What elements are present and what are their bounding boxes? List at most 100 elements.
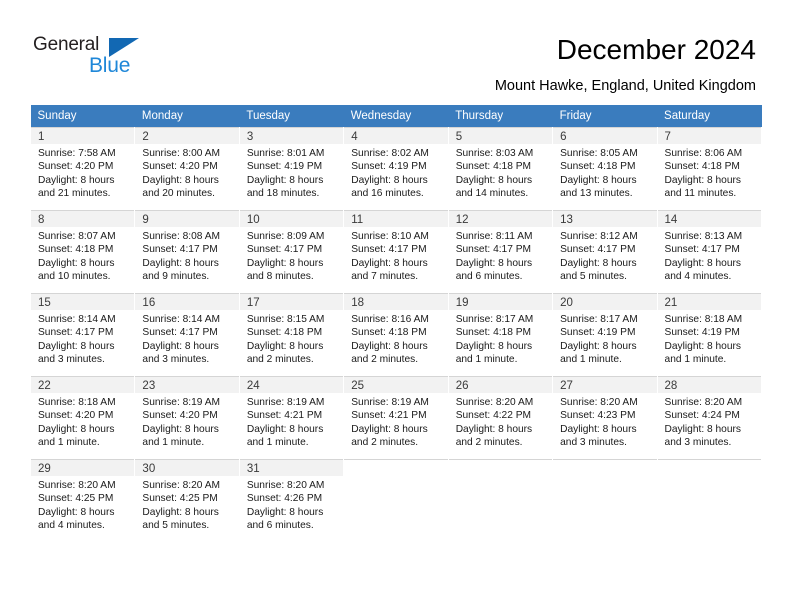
- sunrise-time: Sunrise: 8:20 AM: [560, 397, 638, 408]
- sunset-time: Sunset: 4:17 PM: [351, 244, 427, 256]
- daylight-duration-line1: Daylight: 8 hours: [351, 257, 428, 269]
- calendar-day-cell[interactable]: 3 Sunrise: 8:01 AM Sunset: 4:19 PM Daylight…: [238, 127, 345, 211]
- day-number: 22: [38, 380, 51, 392]
- daylight-duration-line1: Daylight: 8 hours: [246, 174, 324, 186]
- day-cell-inner: 16 Sunrise: 8:14 AM Sunset: 4:17 PM Dayligh…: [135, 294, 239, 376]
- day-cell-inner: 23 Sunrise: 8:19 AM Sunset: 4:20 PM Dayligh…: [135, 377, 239, 459]
- calendar-day-cell[interactable]: 28 Sunrise: 8:20 AM Sunset: 4:24 PM Dayligh…: [656, 376, 763, 460]
- sunset-time: Sunset: 4:17 PM: [664, 244, 740, 256]
- daylight-duration-line2: and 9 minutes.: [142, 270, 210, 282]
- calendar-day-cell[interactable]: 27 Sunrise: 8:20 AM Sunset: 4:23 PM Dayligh…: [552, 376, 658, 460]
- day-cell-inner: 29 Sunrise: 8:20 AM Sunset: 4:25 PM Dayligh…: [31, 460, 135, 542]
- day-number: 18: [351, 297, 365, 309]
- day-cell-inner: 20 Sunrise: 8:17 AM Sunset: 4:19 PM Dayligh…: [553, 294, 657, 376]
- day-number: 7: [664, 131, 671, 143]
- sunrise-time: Sunrise: 8:19 AM: [142, 397, 221, 408]
- daylight-duration-line2: and 5 minutes.: [560, 270, 627, 282]
- calendar-day-cell[interactable]: 30 Sunrise: 8:20 AM Sunset: 4:25 PM Dayligh…: [134, 459, 240, 542]
- daylight-duration-line2: and 20 minutes.: [142, 187, 215, 199]
- day-cell-inner: 4 Sunrise: 8:02 AM Sunset: 4:19 PM Daylight…: [344, 128, 448, 210]
- sunset-time: Sunset: 4:18 PM: [38, 244, 114, 256]
- weekday-header-monday: Monday: [134, 105, 240, 128]
- daylight-duration-line2: and 4 minutes.: [38, 519, 105, 531]
- sunrise-time: Sunrise: 8:16 AM: [351, 314, 429, 325]
- day-cell-inner: 31 Sunrise: 8:20 AM Sunset: 4:26 PM Dayligh…: [239, 460, 344, 542]
- daylight-duration-line2: and 1 minute.: [142, 436, 205, 448]
- day-cell-inner: 24 Sunrise: 8:19 AM Sunset: 4:21 PM Dayligh…: [239, 377, 344, 459]
- calendar-day-cell[interactable]: 10 Sunrise: 8:09 AM Sunset: 4:17 PM Dayligh…: [238, 210, 345, 294]
- calendar-week-row: 15 Sunrise: 8:14 AM Sunset: 4:17 PM Dayligh…: [29, 293, 763, 377]
- day-cell-inner: 26 Sunrise: 8:20 AM Sunset: 4:22 PM Dayligh…: [448, 377, 553, 459]
- calendar-day-cell[interactable]: 25 Sunrise: 8:19 AM Sunset: 4:21 PM Dayligh…: [343, 376, 449, 460]
- sunrise-time: Sunrise: 8:20 AM: [142, 480, 221, 491]
- day-number: 14: [664, 214, 678, 226]
- calendar-week-row: 29 Sunrise: 8:20 AM Sunset: 4:25 PM Dayligh…: [29, 459, 763, 542]
- calendar-day-cell[interactable]: 20 Sunrise: 8:17 AM Sunset: 4:19 PM Dayligh…: [552, 293, 658, 377]
- calendar-day-cell[interactable]: 18 Sunrise: 8:16 AM Sunset: 4:18 PM Dayligh…: [343, 293, 449, 377]
- daylight-duration-line2: and 21 minutes.: [38, 187, 111, 199]
- daylight-duration-line2: and 2 minutes.: [455, 436, 523, 448]
- day-cell-inner: 15 Sunrise: 8:14 AM Sunset: 4:17 PM Dayligh…: [31, 294, 135, 376]
- day-cell-inner: 10 Sunrise: 8:09 AM Sunset: 4:17 PM Dayligh…: [239, 211, 344, 293]
- day-cell-inner: 21 Sunrise: 8:18 AM Sunset: 4:19 PM Dayligh…: [657, 294, 761, 376]
- day-cell-inner: [657, 460, 761, 542]
- daylight-duration-line2: and 3 minutes.: [664, 436, 732, 448]
- calendar-day-cell[interactable]: 7 Sunrise: 8:06 AM Sunset: 4:18 PM Daylight…: [656, 127, 763, 211]
- calendar-day-cell[interactable]: 8 Sunrise: 8:07 AM Sunset: 4:18 PM Daylight…: [29, 210, 136, 294]
- calendar-day-cell[interactable]: 1 Sunrise: 7:58 AM Sunset: 4:20 PM Daylight…: [29, 127, 136, 211]
- sunrise-time: Sunrise: 8:17 AM: [455, 314, 534, 325]
- calendar-day-cell[interactable]: 31 Sunrise: 8:20 AM Sunset: 4:26 PM Dayligh…: [238, 459, 345, 542]
- sunrise-time: Sunrise: 8:00 AM: [142, 148, 221, 159]
- day-cell-inner: 11 Sunrise: 8:10 AM Sunset: 4:17 PM Dayligh…: [344, 211, 448, 293]
- calendar-day-cell[interactable]: 21 Sunrise: 8:18 AM Sunset: 4:19 PM Dayligh…: [656, 293, 763, 377]
- calendar-day-cell[interactable]: 29 Sunrise: 8:20 AM Sunset: 4:25 PM Dayligh…: [29, 459, 136, 542]
- calendar-day-cell-empty: [656, 459, 763, 542]
- calendar-day-cell[interactable]: 16 Sunrise: 8:14 AM Sunset: 4:17 PM Dayligh…: [134, 293, 240, 377]
- calendar-day-cell[interactable]: 4 Sunrise: 8:02 AM Sunset: 4:19 PM Daylight…: [343, 127, 449, 211]
- daylight-duration-line1: Daylight: 8 hours: [38, 174, 115, 186]
- calendar-day-cell[interactable]: 24 Sunrise: 8:19 AM Sunset: 4:21 PM Dayligh…: [238, 376, 345, 460]
- day-number: 2: [142, 131, 149, 143]
- daylight-duration-line2: and 14 minutes.: [455, 187, 529, 199]
- day-number: 27: [560, 380, 573, 392]
- calendar-day-cell[interactable]: 19 Sunrise: 8:17 AM Sunset: 4:18 PM Dayligh…: [447, 293, 554, 377]
- daylight-duration-line2: and 8 minutes.: [246, 270, 314, 282]
- day-number: 29: [38, 463, 51, 475]
- calendar-day-cell[interactable]: 6 Sunrise: 8:05 AM Sunset: 4:18 PM Daylight…: [552, 127, 658, 211]
- calendar-day-cell[interactable]: 13 Sunrise: 8:12 AM Sunset: 4:17 PM Dayligh…: [552, 210, 658, 294]
- calendar-day-cell[interactable]: 22 Sunrise: 8:18 AM Sunset: 4:20 PM Dayligh…: [29, 376, 136, 460]
- day-cell-inner: 3 Sunrise: 8:01 AM Sunset: 4:19 PM Daylight…: [239, 128, 344, 210]
- daylight-duration-line2: and 6 minutes.: [246, 519, 314, 531]
- weekday-header-friday: Friday: [552, 105, 658, 128]
- calendar-day-cell[interactable]: 12 Sunrise: 8:11 AM Sunset: 4:17 PM Dayligh…: [447, 210, 554, 294]
- sunset-time: Sunset: 4:17 PM: [38, 327, 114, 339]
- daylight-duration-line2: and 4 minutes.: [664, 270, 732, 282]
- daylight-duration-line1: Daylight: 8 hours: [664, 423, 741, 435]
- weekday-header-wednesday: Wednesday: [343, 105, 449, 128]
- day-cell-inner: 13 Sunrise: 8:12 AM Sunset: 4:17 PM Dayligh…: [553, 211, 657, 293]
- day-number: 12: [455, 214, 469, 226]
- calendar-day-cell[interactable]: 14 Sunrise: 8:13 AM Sunset: 4:17 PM Dayligh…: [656, 210, 763, 294]
- daylight-duration-line2: and 18 minutes.: [246, 187, 320, 199]
- day-cell-inner: 8 Sunrise: 8:07 AM Sunset: 4:18 PM Daylight…: [31, 211, 135, 293]
- calendar-day-cell[interactable]: 17 Sunrise: 8:15 AM Sunset: 4:18 PM Dayligh…: [238, 293, 345, 377]
- calendar-day-cell[interactable]: 23 Sunrise: 8:19 AM Sunset: 4:20 PM Dayligh…: [134, 376, 240, 460]
- sunrise-sunset-calendar: Sunday Monday Tuesday Wednesday Thursday…: [29, 105, 763, 542]
- calendar-day-cell[interactable]: 15 Sunrise: 8:14 AM Sunset: 4:17 PM Dayligh…: [29, 293, 136, 377]
- sunrise-time: Sunrise: 8:20 AM: [664, 397, 743, 408]
- sunset-time: Sunset: 4:21 PM: [351, 410, 427, 422]
- general-blue-logo[interactable]: General Blue: [33, 34, 213, 82]
- calendar-day-cell[interactable]: 2 Sunrise: 8:00 AM Sunset: 4:20 PM Daylight…: [134, 127, 240, 211]
- sunrise-time: Sunrise: 8:10 AM: [351, 231, 429, 242]
- day-cell-inner: 28 Sunrise: 8:20 AM Sunset: 4:24 PM Dayligh…: [657, 377, 761, 459]
- daylight-duration-line2: and 2 minutes.: [246, 353, 314, 365]
- calendar-day-cell[interactable]: 11 Sunrise: 8:10 AM Sunset: 4:17 PM Dayligh…: [343, 210, 449, 294]
- calendar-day-cell[interactable]: 26 Sunrise: 8:20 AM Sunset: 4:22 PM Dayligh…: [447, 376, 554, 460]
- calendar-day-cell[interactable]: 5 Sunrise: 8:03 AM Sunset: 4:18 PM Daylight…: [447, 127, 554, 211]
- day-number: 23: [142, 380, 156, 392]
- sunset-time: Sunset: 4:20 PM: [142, 161, 218, 173]
- day-number: 17: [246, 297, 260, 309]
- calendar-day-cell[interactable]: 9 Sunrise: 8:08 AM Sunset: 4:17 PM Daylight…: [134, 210, 240, 294]
- calendar-page: General Blue December 2024 Mount Hawke, …: [0, 0, 792, 612]
- page-subtitle: Mount Hawke, England, United Kingdom: [494, 78, 756, 94]
